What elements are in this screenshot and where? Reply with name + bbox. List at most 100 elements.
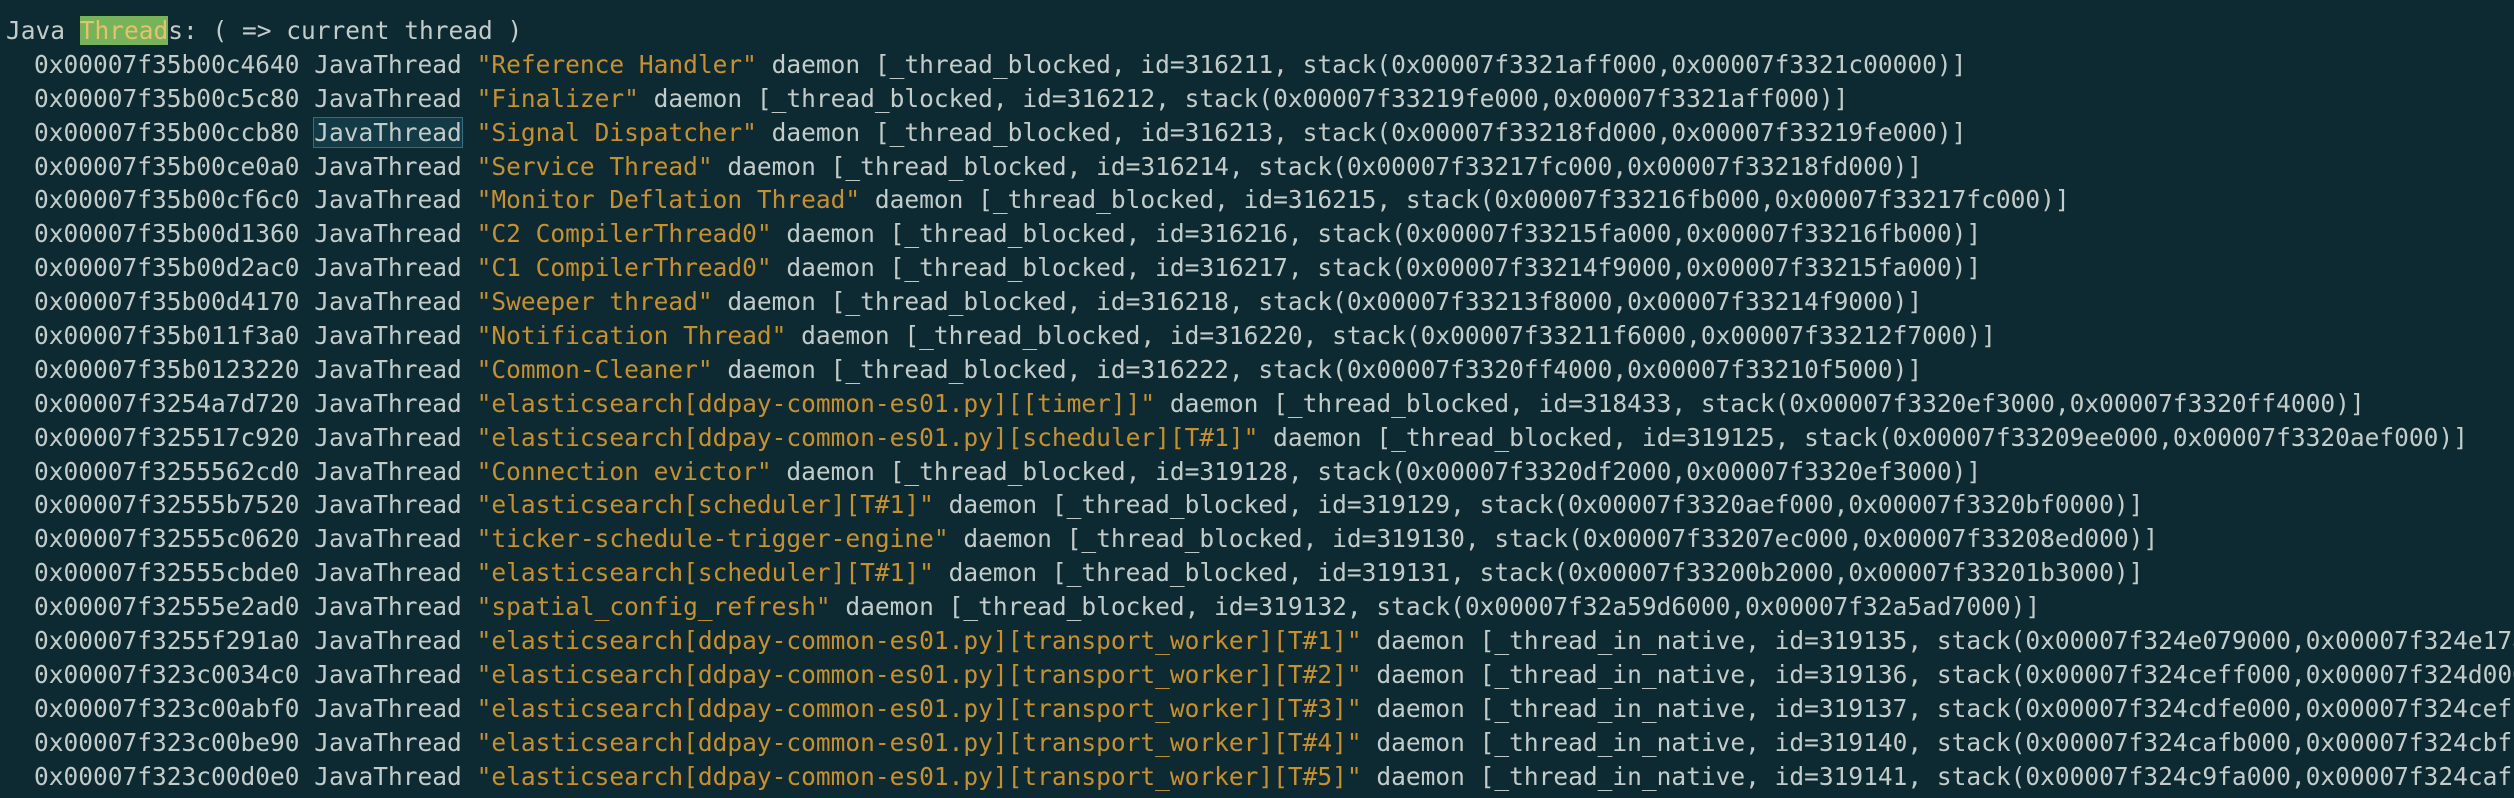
thread-details: daemon [_thread_blocked, id=316216, stac… xyxy=(786,219,1982,249)
thread-row: 0x00007f323c00d0e0 JavaThread "elasticse… xyxy=(0,760,2514,794)
thread-address: 0x00007f32555b7520 xyxy=(34,490,300,520)
thread-row: 0x00007f35b00c4640 JavaThread "Reference… xyxy=(0,48,2514,82)
thread-type: JavaThread xyxy=(314,287,462,317)
thread-row: 0x00007f3255562cd0 JavaThread "Connectio… xyxy=(0,455,2514,489)
thread-name: "Reference Handler" xyxy=(476,49,757,79)
thread-address: 0x00007f35b00d2ac0 xyxy=(34,253,300,283)
thread-name: "Monitor Deflation Thread" xyxy=(476,185,861,215)
thread-name: "Signal Dispatcher" xyxy=(476,117,757,147)
thread-address: 0x00007f35b0123220 xyxy=(34,354,300,384)
thread-address: 0x00007f35b00ccb80 xyxy=(34,117,300,147)
thread-type: JavaThread xyxy=(314,456,462,486)
thread-address: 0x00007f323c0034c0 xyxy=(34,659,300,689)
thread-address: 0x00007f32555e2ad0 xyxy=(34,592,300,622)
thread-type: JavaThread xyxy=(314,185,462,215)
thread-name: "elasticsearch[ddpay-common-es01.py][tra… xyxy=(476,693,1362,723)
thread-name: "ticker-schedule-trigger-engine" xyxy=(476,524,949,554)
thread-name: "C1 CompilerThread0" xyxy=(476,253,772,283)
thread-address: 0x00007f3255f291a0 xyxy=(34,626,300,656)
search-match-highlight: Thread xyxy=(79,16,169,45)
thread-address: 0x00007f35b00c5c80 xyxy=(34,83,300,113)
thread-details: daemon [_thread_blocked, id=319128, stac… xyxy=(786,456,1982,486)
thread-type: JavaThread xyxy=(314,727,462,757)
thread-name: "Common-Cleaner" xyxy=(476,354,713,384)
thread-address: 0x00007f35b00d1360 xyxy=(34,219,300,249)
thread-details: daemon [_thread_blocked, id=319130, stac… xyxy=(963,524,2159,554)
thread-details: daemon [_thread_blocked, id=316213, stac… xyxy=(771,117,1967,147)
terminal-output[interactable]: Java Threads: ( => current thread ) 0x00… xyxy=(0,0,2514,798)
thread-row: 0x00007f3255f291a0 JavaThread "elasticse… xyxy=(0,624,2514,658)
thread-type: JavaThread xyxy=(314,49,462,79)
thread-address: 0x00007f325517c920 xyxy=(34,422,300,452)
thread-type: JavaThread xyxy=(314,558,462,588)
thread-type: JavaThread xyxy=(314,388,462,418)
thread-type: JavaThread xyxy=(314,219,462,249)
thread-name: "elasticsearch[scheduler][T#1]" xyxy=(476,558,934,588)
thread-type: JavaThread xyxy=(314,490,462,520)
thread-address: 0x00007f32555cbde0 xyxy=(34,558,300,588)
thread-row: 0x00007f32555b7520 JavaThread "elasticse… xyxy=(0,488,2514,522)
thread-name: "Sweeper thread" xyxy=(476,287,713,317)
thread-address: 0x00007f323c00be90 xyxy=(34,727,300,757)
thread-name: "Service Thread" xyxy=(476,151,713,181)
thread-row: 0x00007f32555e2ad0 JavaThread "spatial_c… xyxy=(0,590,2514,624)
thread-details: daemon [_thread_in_native, id=319136, st… xyxy=(1376,659,2514,689)
thread-row: 0x00007f35b00d2ac0 JavaThread "C1 Compil… xyxy=(0,251,2514,285)
thread-address: 0x00007f35b00c4640 xyxy=(34,49,300,79)
thread-details: daemon [_thread_blocked, id=316218, stac… xyxy=(727,287,1923,317)
thread-type: JavaThread xyxy=(314,354,462,384)
thread-row: 0x00007f35b00cf6c0 JavaThread "Monitor D… xyxy=(0,183,2514,217)
thread-type: JavaThread xyxy=(314,659,462,689)
thread-details: daemon [_thread_blocked, id=319129, stac… xyxy=(948,490,2144,520)
thread-details: daemon [_thread_in_native, id=319137, st… xyxy=(1376,693,2514,723)
thread-name: "elasticsearch[ddpay-common-es01.py][tra… xyxy=(476,727,1362,757)
header-prefix: Java xyxy=(6,16,80,45)
thread-details: daemon [_thread_blocked, id=316214, stac… xyxy=(727,151,1923,181)
thread-details: daemon [_thread_blocked, id=318433, stac… xyxy=(1169,388,2365,418)
thread-row: 0x00007f323c00be90 JavaThread "elasticse… xyxy=(0,726,2514,760)
thread-address: 0x00007f32555c0620 xyxy=(34,524,300,554)
thread-type: JavaThread xyxy=(314,83,462,113)
thread-type: JavaThread xyxy=(314,321,462,351)
thread-list: 0x00007f35b00c4640 JavaThread "Reference… xyxy=(0,48,2514,794)
thread-name: "elasticsearch[ddpay-common-es01.py][[ti… xyxy=(476,388,1156,418)
thread-details: daemon [_thread_blocked, id=316217, stac… xyxy=(786,253,1982,283)
thread-details: daemon [_thread_blocked, id=316211, stac… xyxy=(771,49,1967,79)
thread-details: daemon [_thread_in_native, id=319140, st… xyxy=(1376,727,2514,757)
thread-row: 0x00007f35b00ce0a0 JavaThread "Service T… xyxy=(0,150,2514,184)
thread-type: JavaThread xyxy=(313,116,463,148)
thread-address: 0x00007f35b00cf6c0 xyxy=(34,185,300,215)
thread-row: 0x00007f325517c920 JavaThread "elasticse… xyxy=(0,421,2514,455)
thread-row: 0x00007f32555c0620 JavaThread "ticker-sc… xyxy=(0,522,2514,556)
threads-header: Java Threads: ( => current thread ) xyxy=(0,14,2514,48)
thread-row: 0x00007f35b0123220 JavaThread "Common-Cl… xyxy=(0,353,2514,387)
thread-type: JavaThread xyxy=(314,151,462,181)
thread-type: JavaThread xyxy=(314,761,462,791)
thread-name: "C2 CompilerThread0" xyxy=(476,219,772,249)
thread-type: JavaThread xyxy=(314,626,462,656)
thread-row: 0x00007f35b00ccb80 JavaThread "Signal Di… xyxy=(0,116,2514,150)
thread-type: JavaThread xyxy=(314,693,462,723)
thread-row: 0x00007f323c00abf0 JavaThread "elasticse… xyxy=(0,692,2514,726)
thread-details: daemon [_thread_blocked, id=319125, stac… xyxy=(1273,422,2468,452)
thread-row: 0x00007f35b011f3a0 JavaThread "Notificat… xyxy=(0,319,2514,353)
thread-name: "Connection evictor" xyxy=(476,456,772,486)
thread-details: daemon [_thread_blocked, id=319132, stac… xyxy=(845,592,2041,622)
thread-address: 0x00007f3255562cd0 xyxy=(34,456,300,486)
thread-name: "Notification Thread" xyxy=(476,321,787,351)
thread-name: "elasticsearch[scheduler][T#1]" xyxy=(476,490,934,520)
thread-details: daemon [_thread_in_native, id=319135, st… xyxy=(1376,626,2514,656)
thread-address: 0x00007f35b00ce0a0 xyxy=(34,151,300,181)
thread-name: "Finalizer" xyxy=(476,83,639,113)
thread-type: JavaThread xyxy=(314,592,462,622)
thread-type: JavaThread xyxy=(314,422,462,452)
header-suffix: s: ( => current thread ) xyxy=(168,16,523,45)
thread-address: 0x00007f323c00abf0 xyxy=(34,693,300,723)
thread-details: daemon [_thread_blocked, id=316222, stac… xyxy=(727,354,1923,384)
thread-row: 0x00007f35b00d4170 JavaThread "Sweeper t… xyxy=(0,285,2514,319)
thread-details: daemon [_thread_blocked, id=319131, stac… xyxy=(948,558,2144,588)
thread-row: 0x00007f35b00d1360 JavaThread "C2 Compil… xyxy=(0,217,2514,251)
thread-name: "spatial_config_refresh" xyxy=(476,592,831,622)
thread-name: "elasticsearch[ddpay-common-es01.py][sch… xyxy=(476,422,1259,452)
thread-type: JavaThread xyxy=(314,524,462,554)
